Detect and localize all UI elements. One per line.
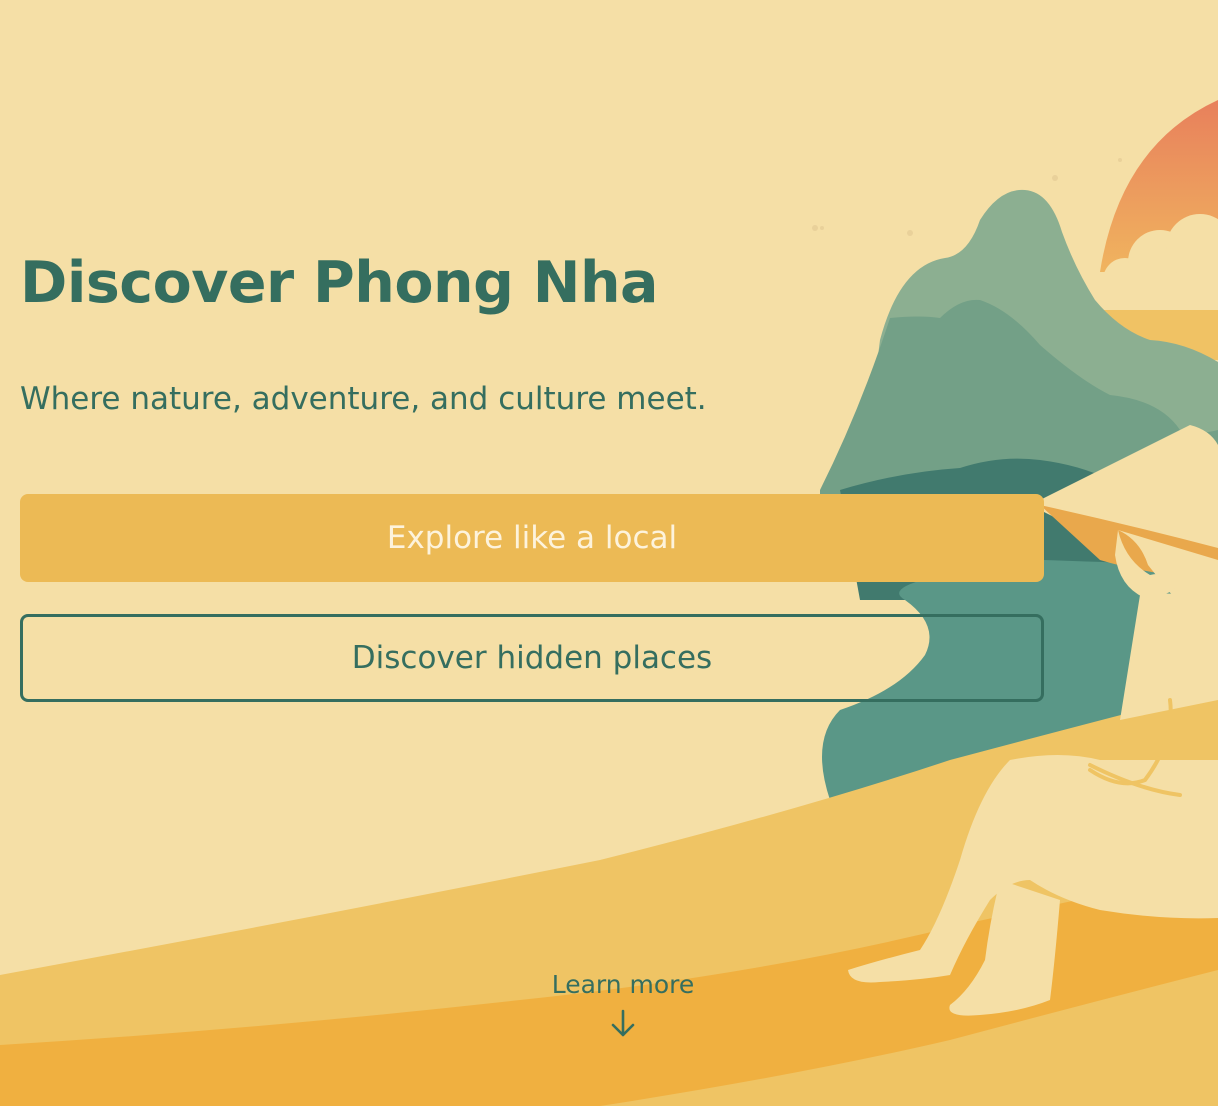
hero-title: Discover Phong Nha	[20, 250, 658, 316]
arrow-down-icon	[611, 1009, 635, 1037]
learn-more-link[interactable]: Learn more	[540, 970, 706, 1039]
hero-subtitle: Where nature, adventure, and culture mee…	[20, 381, 707, 417]
discover-hidden-places-button[interactable]: Discover hidden places	[20, 614, 1044, 702]
explore-like-a-local-button[interactable]: Explore like a local	[20, 494, 1044, 582]
learn-more-label: Learn more	[551, 970, 695, 999]
